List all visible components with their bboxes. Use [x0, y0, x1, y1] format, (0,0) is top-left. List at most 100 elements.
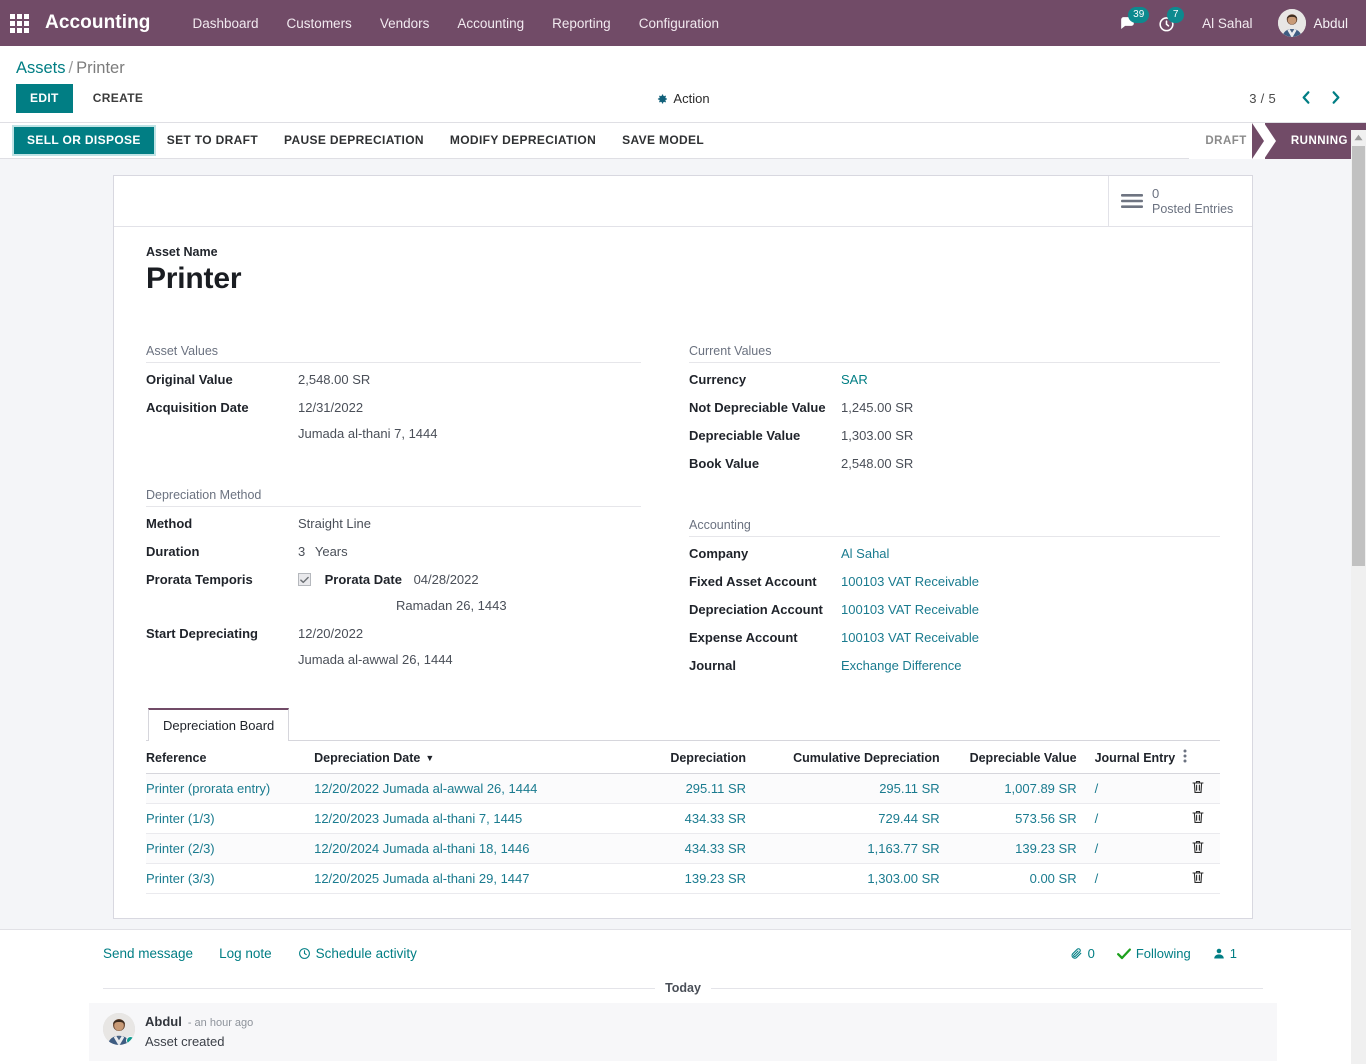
menu-item-reporting[interactable]: Reporting	[538, 10, 625, 37]
notebook-tabs: Depreciation Board	[146, 708, 1220, 741]
column-header-depreciable-value[interactable]: Depreciable Value	[953, 741, 1091, 774]
sell-or-dispose-button[interactable]: SELL OR DISPOSE	[14, 127, 154, 154]
breadcrumb-assets[interactable]: Assets	[16, 59, 66, 77]
depreciation-method-group-title: Depreciation Method	[146, 488, 641, 507]
cell-journal-entry[interactable]: /	[1090, 863, 1184, 894]
send-message-button[interactable]: Send message	[103, 946, 193, 961]
cell-journal-entry[interactable]: /	[1090, 833, 1184, 864]
cell-reference[interactable]: Printer (prorata entry)	[146, 773, 315, 804]
save-model-button[interactable]: SAVE MODEL	[609, 127, 717, 154]
cell-journal-entry[interactable]: /	[1090, 803, 1184, 834]
apps-grid-icon[interactable]	[10, 13, 29, 33]
cell-cumulative-depreciation[interactable]: 729.44 SR	[760, 803, 954, 834]
column-header-reference[interactable]: Reference	[146, 741, 315, 774]
following-button[interactable]: Following	[1116, 946, 1191, 961]
modify-depreciation-button[interactable]: MODIFY DEPRECIATION	[437, 127, 609, 154]
field-journal: Journal Exchange Difference	[689, 656, 1220, 675]
column-header-depreciation[interactable]: Depreciation	[628, 741, 761, 774]
field-original-value: Original Value 2,548.00 SR	[146, 370, 641, 389]
cell-cumulative-depreciation[interactable]: 295.11 SR	[760, 773, 954, 804]
row-delete-button[interactable]	[1183, 803, 1220, 834]
expense-account-value[interactable]: 100103 VAT Receivable	[841, 628, 1220, 647]
separator-line-left	[103, 987, 656, 989]
right-column: Current Values Currency SAR Not Deprecia…	[683, 344, 1220, 684]
currency-value[interactable]: SAR	[841, 370, 1220, 389]
acquisition-date-value: 12/31/2022 Jumada al-thani 7, 1444	[298, 398, 641, 443]
column-header-journal-entry[interactable]: Journal Entry	[1090, 741, 1184, 774]
cell-cumulative-depreciation[interactable]: 1,163.77 SR	[760, 833, 954, 864]
fixed-asset-account-value[interactable]: 100103 VAT Receivable	[841, 572, 1220, 591]
cell-depreciable-value[interactable]: 139.23 SR	[953, 833, 1091, 864]
workflow-buttons: SELL OR DISPOSE SET TO DRAFT PAUSE DEPRE…	[14, 123, 717, 158]
app-brand-accounting[interactable]: Accounting	[45, 12, 151, 34]
attachments-button[interactable]: 0	[1070, 946, 1095, 961]
create-button[interactable]: CREATE	[79, 84, 158, 113]
cell-depreciation[interactable]: 434.33 SR	[628, 803, 761, 834]
vertical-scrollbar[interactable]	[1351, 130, 1366, 1064]
scroll-up-button[interactable]	[1351, 130, 1366, 145]
table-options-button[interactable]	[1183, 741, 1220, 774]
menu-item-dashboard[interactable]: Dashboard	[179, 10, 273, 37]
row-delete-button[interactable]	[1183, 863, 1220, 894]
depreciation-account-value[interactable]: 100103 VAT Receivable	[841, 600, 1220, 619]
table-row[interactable]: Printer (2/3) 12/20/2024 Jumada al-thani…	[146, 833, 1220, 864]
cell-depreciation-date[interactable]: 12/20/2023 Jumada al-thani 7, 1445	[314, 803, 629, 834]
cell-journal-entry[interactable]: /	[1090, 773, 1184, 804]
company-switcher[interactable]: Al Sahal	[1186, 10, 1268, 37]
record-sheet: 0 Posted Entries Asset Name Printer Asse…	[113, 175, 1253, 919]
schedule-activity-button[interactable]: Schedule activity	[298, 946, 417, 961]
table-row[interactable]: Printer (1/3) 12/20/2023 Jumada al-thani…	[146, 803, 1220, 834]
company-value[interactable]: Al Sahal	[841, 544, 1220, 563]
cell-depreciation-date[interactable]: 12/20/2022 Jumada al-awwal 26, 1444	[314, 773, 629, 804]
cell-depreciation[interactable]: 139.23 SR	[628, 863, 761, 894]
kebab-menu-icon	[1183, 749, 1187, 763]
scrollbar-thumb[interactable]	[1352, 146, 1365, 566]
activities-button[interactable]: 7	[1147, 0, 1186, 46]
main-menu: Dashboard Customers Vendors Accounting R…	[179, 10, 734, 37]
cell-depreciation-date[interactable]: 12/20/2025 Jumada al-thani 29, 1447	[314, 863, 629, 894]
row-delete-button[interactable]	[1183, 773, 1220, 804]
pager-next-button[interactable]	[1322, 89, 1350, 109]
field-book-value: Book Value 2,548.00 SR	[689, 454, 1220, 473]
accounting-group-title: Accounting	[689, 518, 1220, 537]
duration-unit: Years	[314, 544, 348, 559]
field-currency: Currency SAR	[689, 370, 1220, 389]
chevron-left-icon	[1302, 90, 1310, 104]
chevron-up-icon	[1354, 134, 1363, 141]
table-row[interactable]: Printer (prorata entry) 12/20/2022 Jumad…	[146, 773, 1220, 804]
menu-item-configuration[interactable]: Configuration	[625, 10, 733, 37]
journal-value[interactable]: Exchange Difference	[841, 656, 1220, 675]
cell-depreciable-value[interactable]: 1,007.89 SR	[953, 773, 1091, 804]
message-author: Abdul	[145, 1014, 182, 1029]
user-menu[interactable]: Abdul	[1268, 9, 1352, 37]
cell-depreciable-value[interactable]: 573.56 SR	[953, 803, 1091, 834]
menu-item-accounting[interactable]: Accounting	[443, 10, 538, 37]
set-to-draft-button[interactable]: SET TO DRAFT	[154, 127, 271, 154]
pager-previous-button[interactable]	[1292, 89, 1320, 109]
cell-reference[interactable]: Printer (1/3)	[146, 803, 315, 834]
posted-entries-stat-button[interactable]: 0 Posted Entries	[1108, 176, 1252, 226]
log-note-button[interactable]: Log note	[219, 946, 272, 961]
row-delete-button[interactable]	[1183, 833, 1220, 864]
breadcrumb-separator: /	[68, 59, 74, 77]
table-row[interactable]: Printer (3/3) 12/20/2025 Jumada al-thani…	[146, 863, 1220, 894]
cell-depreciation[interactable]: 295.11 SR	[628, 773, 761, 804]
acquisition-date-hijri: Jumada al-thani 7, 1444	[298, 426, 438, 441]
menu-item-customers[interactable]: Customers	[273, 10, 366, 37]
prorata-temporis-checkbox[interactable]	[298, 573, 311, 587]
messages-button[interactable]: 39	[1108, 0, 1150, 46]
cell-depreciation-date[interactable]: 12/20/2024 Jumada al-thani 18, 1446	[314, 833, 629, 864]
edit-button[interactable]: EDIT	[16, 84, 73, 113]
menu-item-vendors[interactable]: Vendors	[366, 10, 444, 37]
cell-depreciable-value[interactable]: 0.00 SR	[953, 863, 1091, 894]
cell-reference[interactable]: Printer (2/3)	[146, 833, 315, 864]
action-menu[interactable]: Action	[656, 91, 710, 106]
pause-depreciation-button[interactable]: PAUSE DEPRECIATION	[271, 127, 437, 154]
tab-depreciation-board[interactable]: Depreciation Board	[148, 708, 290, 741]
column-header-depreciation-date[interactable]: Depreciation Date ▼	[314, 741, 629, 774]
cell-depreciation[interactable]: 434.33 SR	[628, 833, 761, 864]
cell-reference[interactable]: Printer (3/3)	[146, 863, 315, 894]
column-header-cumulative-depreciation[interactable]: Cumulative Depreciation	[760, 741, 954, 774]
cell-cumulative-depreciation[interactable]: 1,303.00 SR	[760, 863, 954, 894]
followers-button[interactable]: 1	[1213, 946, 1237, 961]
